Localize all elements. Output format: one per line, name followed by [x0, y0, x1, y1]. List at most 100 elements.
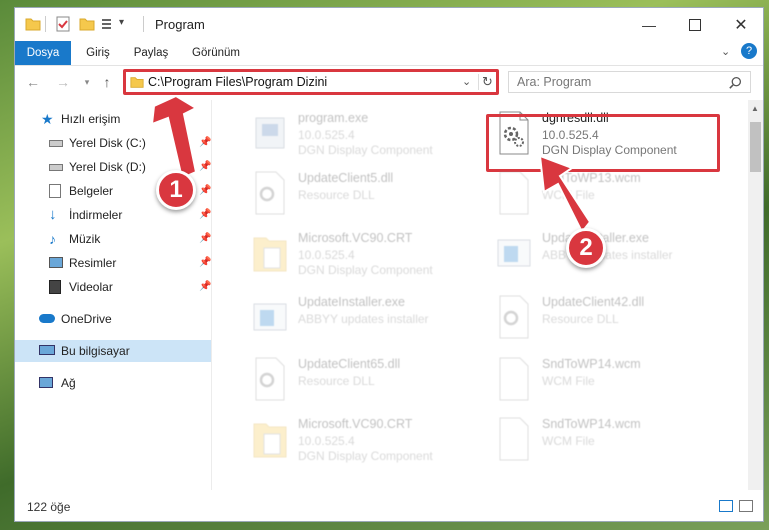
file-item[interactable]: SndToWP14.wcm WCM File [486, 350, 726, 408]
recent-locations-button[interactable]: ▾ [79, 74, 95, 90]
file-description: DGN Display Component [298, 263, 433, 277]
file-name: Microsoft.VC90.CRT [298, 417, 413, 431]
pin-icon: 📌 [199, 185, 212, 196]
file-item[interactable]: program.exe 10.0.525.4 DGN Display Compo… [242, 104, 482, 162]
file-name: SndToWP13.wcm [542, 171, 641, 185]
expand-ribbon-icon[interactable]: ⌄ [721, 45, 730, 58]
scroll-thumb[interactable] [750, 122, 761, 172]
installer-icon [253, 303, 287, 331]
videos-icon [49, 280, 61, 294]
vertical-scrollbar[interactable]: ▲ [748, 100, 763, 490]
chevron-down-icon: ▾ [84, 77, 90, 87]
exe-icon [255, 117, 285, 149]
ribbon-tabs: Dosya Giriş Paylaş Görünüm ⌄ ? [15, 41, 763, 66]
file-description: DGN Display Component [298, 449, 433, 463]
file-version: 10.0.525.4 [298, 434, 355, 448]
installer-icon [497, 239, 531, 267]
file-item[interactable]: SndToWP13.wcm WCM File [486, 164, 726, 222]
file-item[interactable]: Microsoft.VC90.CRT 10.0.525.4 DGN Displa… [242, 410, 482, 468]
large-icons-view-icon[interactable] [739, 500, 753, 512]
scroll-up-icon[interactable]: ▲ [751, 104, 759, 113]
up-button[interactable]: ↑ [99, 74, 115, 90]
window-title: Program [155, 17, 205, 32]
file-item[interactable]: UpdateClient5.dll Resource DLL [242, 164, 482, 222]
customize-toolbar-icon[interactable] [101, 16, 117, 32]
sidebar-item-music[interactable]: ♪ Müzik 📌 [15, 228, 211, 250]
tab-view[interactable]: Görünüm [183, 41, 249, 65]
dll-gear-icon [255, 171, 285, 215]
separator [143, 16, 144, 32]
file-version: WCM File [542, 434, 595, 448]
file-version: Resource DLL [542, 312, 619, 326]
sidebar-item-label: Ağ [61, 376, 76, 390]
sidebar-item-label: Bu bilgisayar [61, 344, 130, 358]
dll-gear-icon [499, 295, 529, 339]
file-name: UpdateClient5.dll [298, 171, 394, 185]
tab-home[interactable]: Giriş [75, 41, 121, 65]
maximize-button[interactable] [672, 8, 718, 41]
cloud-icon [39, 314, 55, 323]
file-item[interactable]: UpdateInstaller.exe ABBYY updates instal… [242, 288, 482, 346]
minimize-icon: — [642, 16, 656, 33]
search-icon[interactable] [729, 76, 742, 89]
pin-icon: 📌 [199, 233, 212, 244]
pin-icon: 📌 [199, 281, 212, 292]
title-bar: ▾ Program — ✕ [15, 8, 763, 41]
drive-icon [49, 140, 63, 147]
file-item[interactable]: UpdateClient42.dll Resource DLL [486, 288, 726, 346]
close-button[interactable]: ✕ [718, 8, 764, 41]
folder-file-icon [253, 423, 287, 458]
pin-icon: 📌 [199, 257, 212, 268]
pin-icon: 📌 [199, 137, 212, 148]
documents-icon [49, 184, 61, 198]
new-folder-icon[interactable] [79, 16, 95, 32]
tab-share[interactable]: Paylaş [123, 41, 179, 65]
file-name: Microsoft.VC90.CRT [298, 231, 413, 245]
sidebar-item-label: Müzik [69, 232, 101, 246]
file-item[interactable]: UpdateClient65.dll Resource DLL [242, 350, 482, 408]
sidebar-item-quick-access[interactable]: ★ Hızlı erişim [15, 108, 211, 130]
sidebar-item-pictures[interactable]: Resimler 📌 [15, 252, 211, 274]
back-button[interactable]: ← [25, 74, 41, 90]
sidebar-item-label: Yerel Disk (D:) [69, 160, 146, 174]
search-input[interactable]: Ara: Program [517, 75, 591, 89]
maximize-icon [689, 18, 701, 31]
separator [45, 16, 46, 32]
item-count: 122 öğe [27, 500, 71, 514]
network-icon [39, 377, 53, 388]
sidebar-item-label: Yerel Disk (C:) [69, 136, 146, 150]
sidebar-item-onedrive[interactable]: OneDrive [15, 308, 211, 330]
file-name: SndToWP14.wcm [542, 357, 641, 371]
file-item[interactable]: Microsoft.VC90.CRT 10.0.525.4 DGN Displa… [242, 224, 482, 282]
sidebar-item-this-pc[interactable]: Bu bilgisayar [15, 340, 211, 362]
file-name: UpdateClient42.dll [542, 295, 645, 309]
dll-gear-icon [255, 357, 285, 401]
pin-icon: 📌 [199, 209, 212, 220]
music-icon: ♪ [49, 231, 56, 247]
file-description: DGN Display Component [298, 143, 433, 157]
arrow-left-icon: ← [26, 74, 40, 90]
forward-button[interactable]: → [55, 74, 71, 90]
search-box[interactable]: Ara: Program [508, 71, 751, 93]
sidebar-item-disk-c[interactable]: Yerel Disk (C:) 📌 [15, 132, 211, 154]
drive-icon [49, 164, 63, 171]
sidebar-item-label: Resimler [69, 256, 117, 270]
properties-icon[interactable] [55, 16, 71, 32]
file-version: 10.0.525.4 [298, 248, 355, 262]
minimize-button[interactable]: — [626, 8, 672, 41]
file-version: ABBYY updates installer [298, 312, 429, 326]
navigation-pane: ★ Hızlı erişim Yerel Disk (C:) 📌 Yerel D… [15, 100, 212, 490]
close-icon: ✕ [734, 16, 748, 34]
file-item[interactable]: UpdateInstaller.exe ABBYY updates instal… [486, 224, 726, 282]
details-view-icon[interactable] [719, 500, 733, 512]
chevron-down-icon[interactable]: ▾ [119, 17, 124, 28]
sidebar-item-network[interactable]: Ağ [15, 372, 211, 394]
callout-2: 2 [566, 228, 606, 268]
tab-file[interactable]: Dosya [15, 41, 71, 65]
pin-icon: 📌 [199, 161, 212, 172]
callout-1: 1 [156, 170, 196, 210]
help-icon[interactable]: ? [741, 43, 757, 59]
file-item[interactable]: SndToWP14.wcm WCM File [486, 410, 726, 468]
sidebar-item-videos[interactable]: Videolar 📌 [15, 276, 211, 298]
folder-icon [25, 18, 41, 31]
